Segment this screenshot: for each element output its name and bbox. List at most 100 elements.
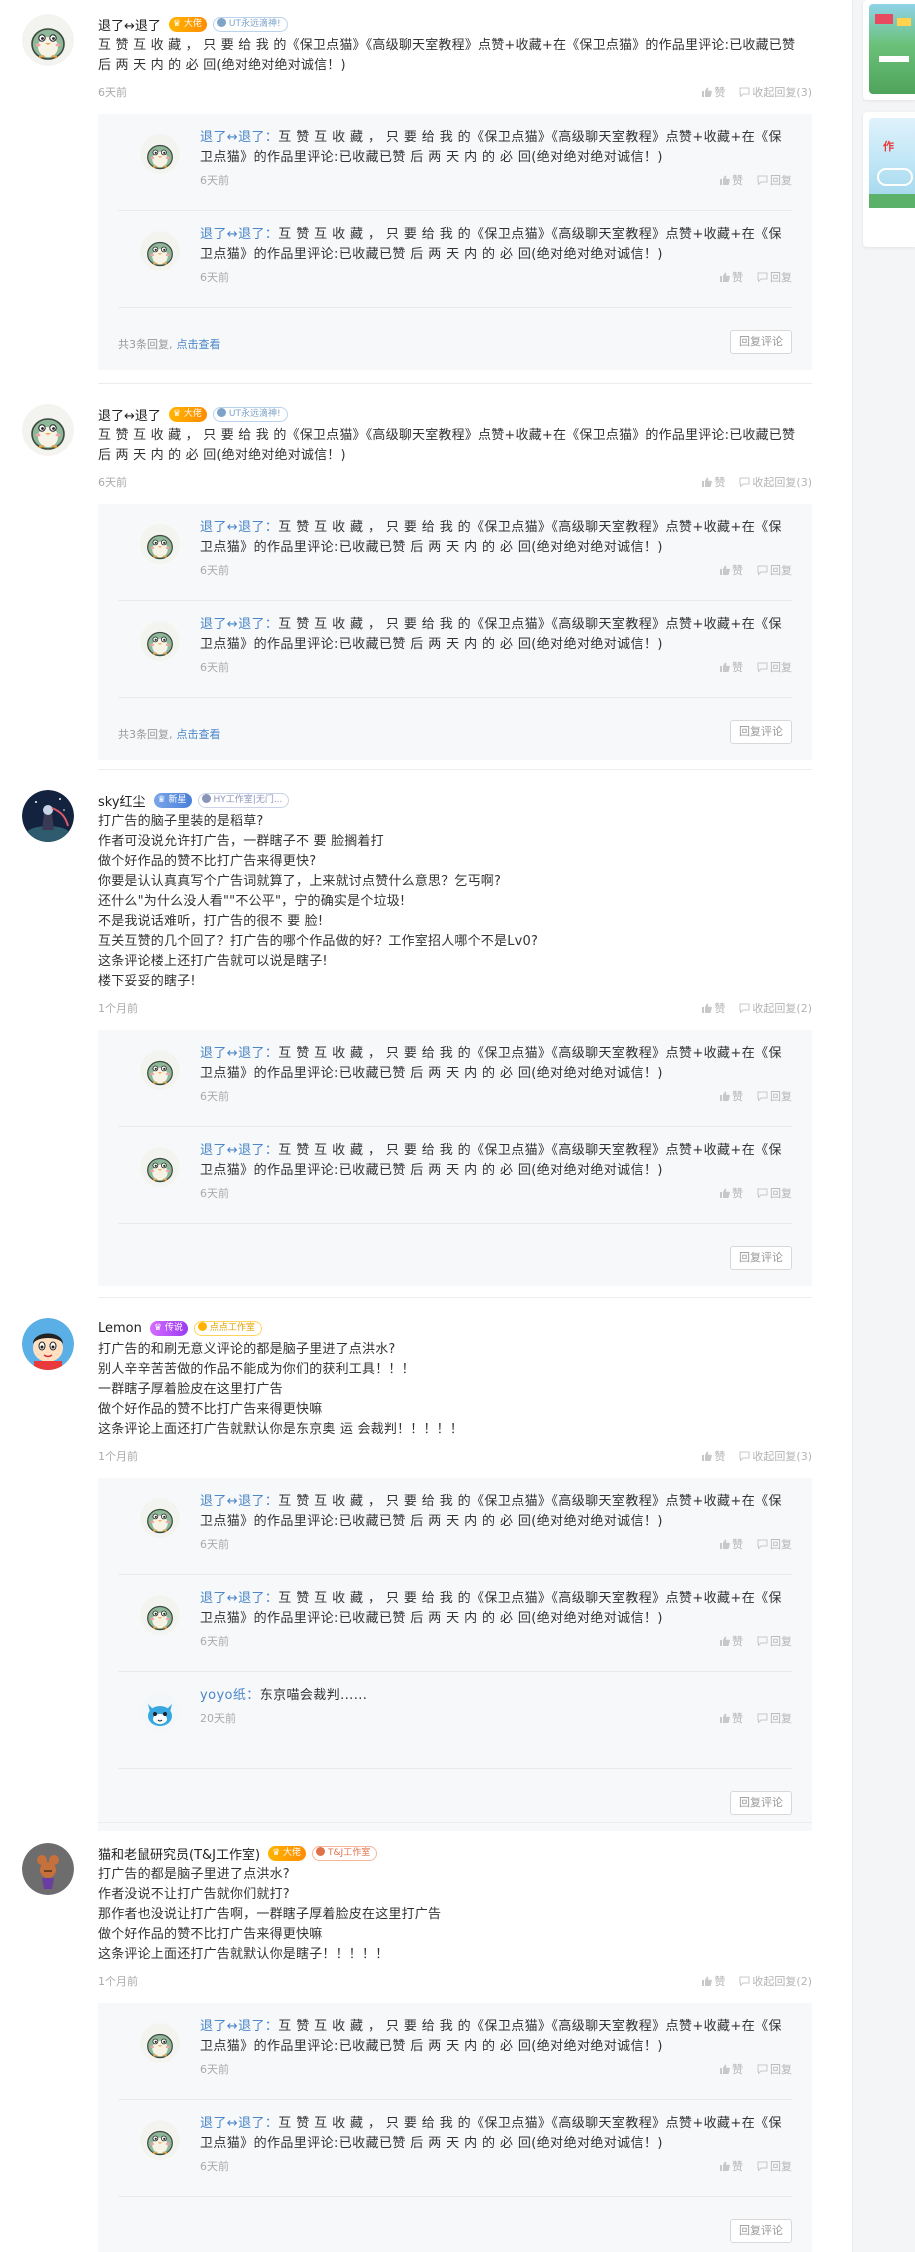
recommend-card[interactable]	[863, 0, 915, 100]
user-avatar[interactable]	[22, 14, 74, 66]
reply-button[interactable]: 回复	[757, 659, 792, 675]
reply-button[interactable]: 回复	[757, 1185, 792, 1201]
comment-username[interactable]: sky红尘	[98, 791, 146, 810]
reply-comment-button[interactable]: 回复评论	[730, 330, 792, 354]
reply-item: 退了↔退了：互 赞 互 收 藏 ， 只 要 给 我 的《保卫点猫》《高级聊天室教…	[118, 114, 792, 211]
thumb-up-icon	[719, 2064, 730, 2074]
reply-button[interactable]: 回复	[757, 1536, 792, 1552]
like-button[interactable]: 赞	[719, 2158, 743, 2174]
reply-avatar[interactable]	[140, 2120, 180, 2160]
like-label: 赞	[732, 2160, 743, 2173]
reply-avatar[interactable]	[140, 1692, 180, 1732]
collapse-replies-button[interactable]: 收起回复(3)	[739, 1448, 812, 1464]
recommend-thumbnail[interactable]: 作	[869, 118, 915, 208]
like-button[interactable]: 赞	[701, 84, 725, 100]
reply-list: 退了↔退了：互 赞 互 收 藏 ， 只 要 给 我 的《保卫点猫》《高级聊天室教…	[98, 2003, 812, 2252]
reply-username[interactable]: yoyo纸：	[200, 1688, 260, 1703]
user-avatar[interactable]	[22, 1318, 74, 1370]
user-avatar[interactable]	[22, 790, 74, 842]
like-button[interactable]: 赞	[719, 1088, 743, 1104]
reply-username[interactable]: 退了↔退了：	[200, 1494, 278, 1509]
comment-username[interactable]: 退了↔退了	[98, 405, 161, 424]
collapse-replies-button[interactable]: 收起回复(2)	[739, 1000, 812, 1016]
level-badge-label: 大佬	[183, 18, 202, 29]
reply-button[interactable]: 回复	[757, 1088, 792, 1104]
studio-badge[interactable]: 点点工作室	[193, 1320, 262, 1336]
reply-username[interactable]: 退了↔退了：	[200, 130, 278, 145]
reply-avatar[interactable]	[140, 134, 180, 174]
like-button[interactable]: 赞	[701, 1448, 725, 1464]
reply-username[interactable]: 退了↔退了：	[200, 2116, 278, 2131]
comment-time: 1个月前	[98, 1975, 138, 1988]
reply-time: 6天前	[200, 1187, 229, 1200]
reply-button[interactable]: 回复	[757, 172, 792, 188]
reply-username[interactable]: 退了↔退了：	[200, 1591, 278, 1606]
collapse-replies-button[interactable]: 收起回复(2)	[739, 1973, 812, 1989]
reply-button[interactable]: 回复	[757, 1633, 792, 1649]
level-badge: ♛ 大佬	[168, 406, 207, 422]
studio-badge[interactable]: T&J工作室	[312, 1845, 378, 1861]
like-button[interactable]: 赞	[701, 1000, 725, 1016]
studio-icon	[316, 1846, 326, 1856]
reply-comment-button[interactable]: 回复评论	[730, 720, 792, 744]
reply-avatar[interactable]	[140, 1050, 180, 1090]
like-label: 赞	[732, 1187, 743, 1200]
comment-username[interactable]: 退了↔退了	[98, 15, 161, 34]
view-more-link[interactable]: 点击查看	[177, 338, 221, 351]
reply-username[interactable]: 退了↔退了：	[200, 520, 278, 535]
reply-icon	[757, 2064, 768, 2075]
like-button[interactable]: 赞	[719, 1710, 743, 1726]
reply-label: 回复	[770, 564, 792, 577]
reply-comment-button[interactable]: 回复评论	[730, 1791, 792, 1815]
reply-item: 退了↔退了：互 赞 互 收 藏 ， 只 要 给 我 的《保卫点猫》《高级聊天室教…	[118, 1127, 792, 1224]
collapse-replies-button[interactable]: 收起回复(3)	[739, 474, 812, 490]
reply-avatar[interactable]	[140, 621, 180, 661]
like-button[interactable]: 赞	[719, 1536, 743, 1552]
reply-comment-button[interactable]: 回复评论	[730, 1246, 792, 1270]
studio-badge[interactable]: UT永远滴神!	[212, 406, 288, 422]
reply-avatar[interactable]	[140, 231, 180, 271]
reply-label: 回复	[770, 1090, 792, 1103]
comment-list-panel: 退了↔退了 ♛ 大佬 UT永远滴神! 互 赞 互 收 藏 ， 只 要 给 我 的…	[0, 0, 852, 2252]
reply-username[interactable]: 退了↔退了：	[200, 1046, 278, 1061]
reply-comment-button[interactable]: 回复评论	[730, 2219, 792, 2243]
reply-avatar[interactable]	[140, 1147, 180, 1187]
like-button[interactable]: 赞	[719, 2061, 743, 2077]
reply-username[interactable]: 退了↔退了：	[200, 617, 278, 632]
reply-button[interactable]: 回复	[757, 1710, 792, 1726]
like-button[interactable]: 赞	[719, 172, 743, 188]
reply-button[interactable]: 回复	[757, 2061, 792, 2077]
user-avatar[interactable]	[22, 404, 74, 456]
recommend-thumbnail[interactable]	[869, 4, 915, 94]
reply-username[interactable]: 退了↔退了：	[200, 1143, 278, 1158]
reply-button[interactable]: 回复	[757, 562, 792, 578]
reply-username[interactable]: 退了↔退了：	[200, 2019, 278, 2034]
like-button[interactable]: 赞	[701, 1973, 725, 1989]
like-button[interactable]: 赞	[701, 474, 725, 490]
reply-button[interactable]: 回复	[757, 269, 792, 285]
like-button[interactable]: 赞	[719, 1185, 743, 1201]
reply-count-text: 共3条回复,	[118, 338, 173, 351]
reply-button[interactable]: 回复	[757, 2158, 792, 2174]
collapse-replies-button[interactable]: 收起回复(3)	[739, 84, 812, 100]
reply-item: 退了↔退了：互 赞 互 收 藏 ， 只 要 给 我 的《保卫点猫》《高级聊天室教…	[118, 601, 792, 698]
like-button[interactable]: 赞	[719, 659, 743, 675]
recommend-card[interactable]: 作	[863, 112, 915, 247]
studio-badge[interactable]: UT永远滴神!	[212, 16, 288, 32]
reply-avatar[interactable]	[140, 1498, 180, 1538]
user-avatar[interactable]	[22, 1843, 74, 1895]
reply-avatar[interactable]	[140, 1595, 180, 1635]
reply-label: 回复	[770, 271, 792, 284]
reply-avatar[interactable]	[140, 524, 180, 564]
like-button[interactable]: 赞	[719, 1633, 743, 1649]
like-button[interactable]: 赞	[719, 269, 743, 285]
like-button[interactable]: 赞	[719, 562, 743, 578]
comment-username[interactable]: Lemon	[98, 1321, 142, 1336]
view-more-link[interactable]: 点击查看	[177, 728, 221, 741]
comment-username[interactable]: 猫和老鼠研究员(T&J工作室)	[98, 1844, 260, 1863]
reply-time: 6天前	[200, 1090, 229, 1103]
reply-username[interactable]: 退了↔退了：	[200, 227, 278, 242]
studio-badge[interactable]: HY工作室|无门...	[197, 792, 290, 808]
reply-avatar[interactable]	[140, 2023, 180, 2063]
thumbnail-caption: 作	[883, 140, 894, 153]
